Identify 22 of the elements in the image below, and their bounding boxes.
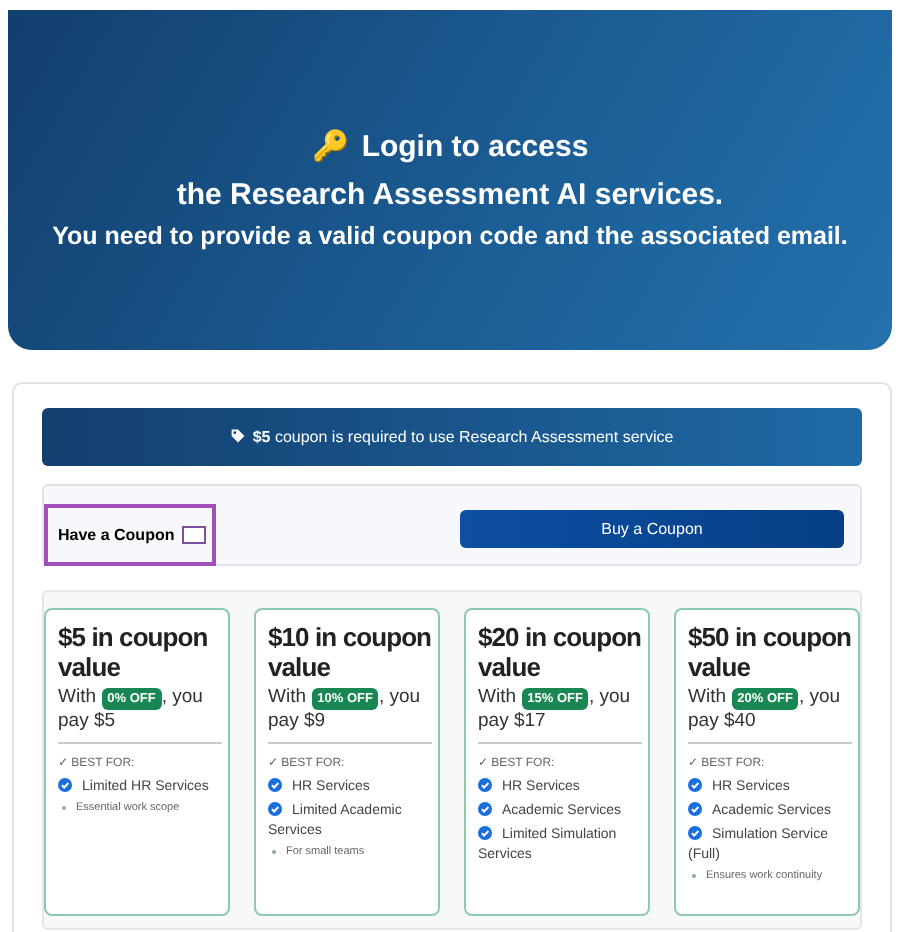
check-icon [58, 778, 72, 792]
key-icon: 🔑 [311, 126, 350, 170]
hero-note: You need to provide a valid coupon code and the associated email. [52, 222, 848, 250]
tag-icon [230, 428, 247, 444]
buy-coupon-button[interactable]: Buy a Coupon [460, 510, 844, 548]
check-icon [688, 826, 702, 840]
banner-text: $5 coupon is required to use Research Assessment service [230, 428, 674, 446]
have-coupon-label: Have a Coupon [58, 526, 175, 544]
hero-subtitle: the Research Assessment AI services. [176, 176, 724, 216]
check-icon [268, 802, 282, 816]
plan-title: $10 in coupon value [268, 622, 432, 682]
check-icon [478, 778, 492, 792]
check-icon [478, 802, 492, 816]
check-icon [268, 778, 282, 792]
check-icon [688, 802, 702, 816]
plan-title: $20 in coupon value [478, 622, 642, 682]
check-icon [478, 826, 492, 840]
hero-title: Login to access [361, 128, 589, 168]
plan-title: $5 in coupon value [58, 622, 210, 682]
coupon-checkbox[interactable] [182, 526, 207, 544]
plan-title: $50 in coupon value [688, 622, 852, 682]
check-icon [688, 778, 702, 792]
